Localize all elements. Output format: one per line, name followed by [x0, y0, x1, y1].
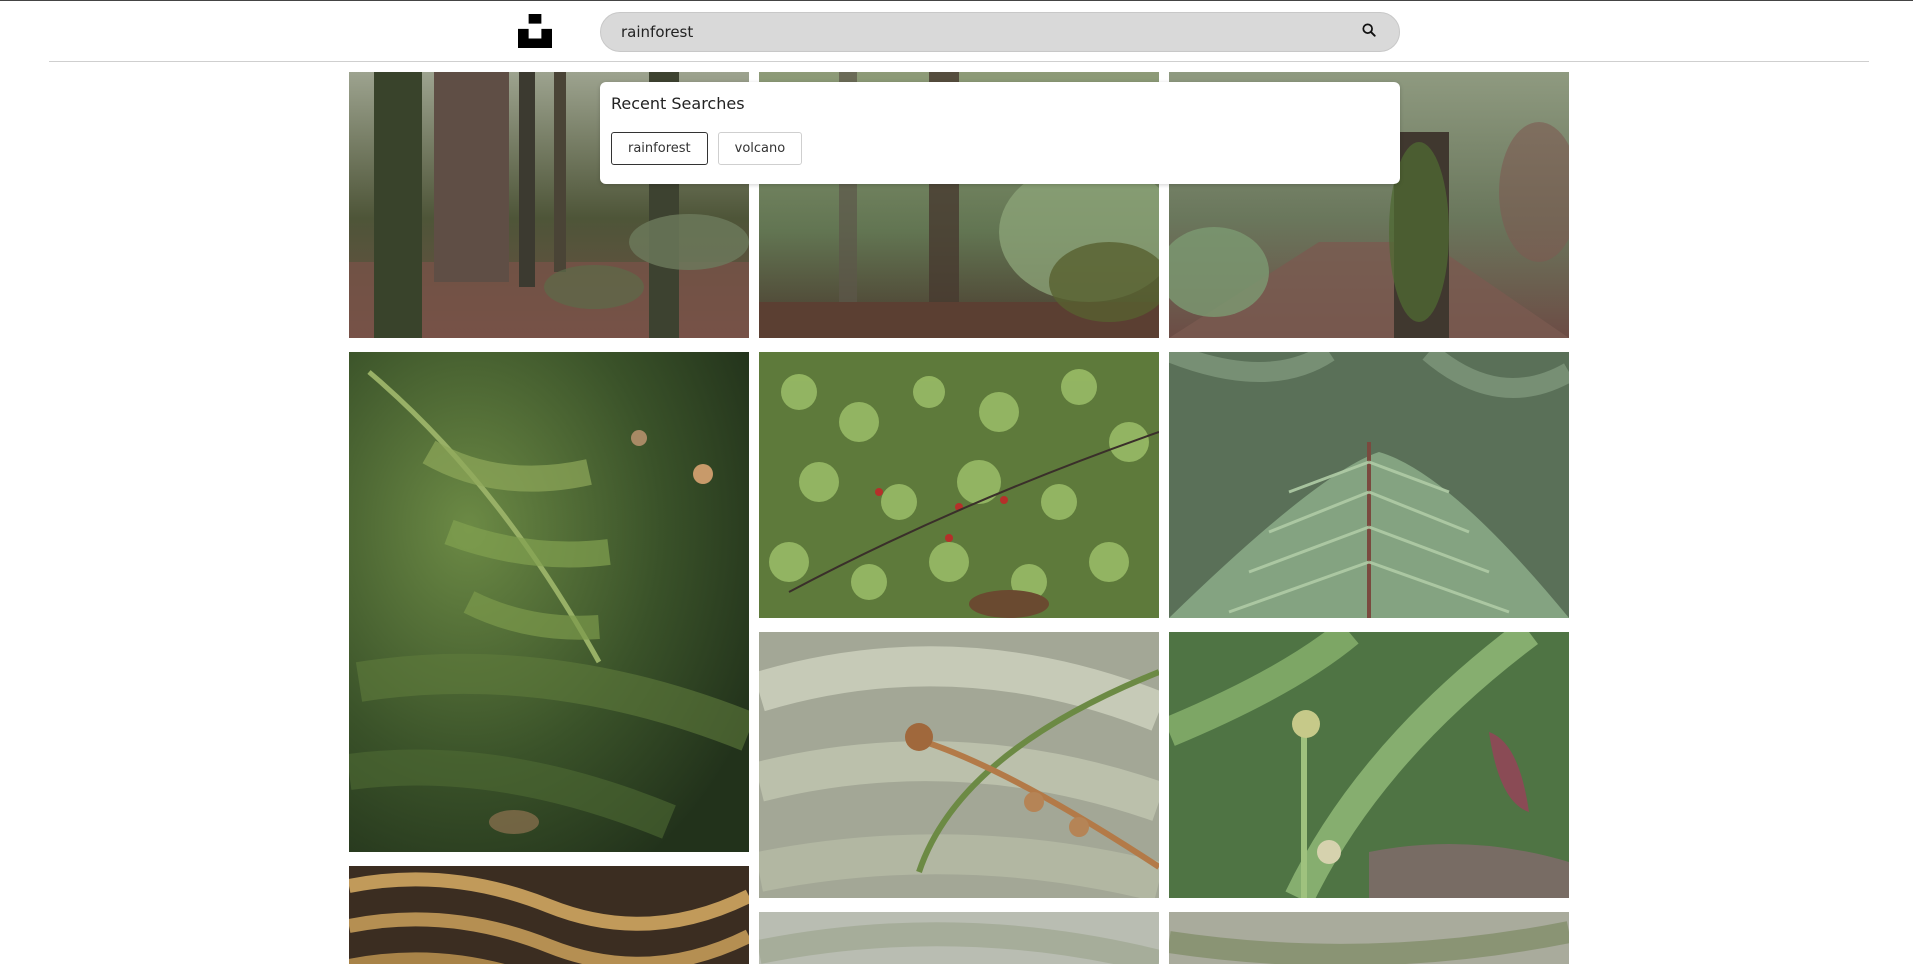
photo-fern-fiddlehead[interactable] — [759, 632, 1159, 898]
header — [0, 1, 1913, 61]
recent-search-chip-rainforest[interactable]: rainforest — [611, 132, 708, 165]
photo-tree-fern-frond[interactable] — [1169, 352, 1569, 618]
recent-search-chip-volcano[interactable]: volcano — [717, 132, 803, 165]
photo-fern-koru[interactable] — [1169, 632, 1569, 898]
photo-pale-fern[interactable] — [759, 912, 1159, 964]
search-bar — [600, 12, 1400, 52]
photo-groundcover-berries[interactable] — [759, 352, 1159, 618]
recent-searches-list: rainforest volcano — [611, 132, 1389, 165]
photo-green-fern-shade[interactable] — [349, 352, 749, 852]
search-icon — [1362, 22, 1376, 42]
search-input[interactable] — [601, 22, 1349, 42]
recent-searches-dropdown: Recent Searches rainforest volcano — [600, 82, 1400, 184]
header-divider — [49, 61, 1869, 62]
recent-searches-title: Recent Searches — [611, 94, 745, 113]
unsplash-logo-icon[interactable] — [518, 14, 552, 48]
search-button[interactable] — [1349, 13, 1389, 51]
photo-fern-closeup[interactable] — [1169, 912, 1569, 964]
photo-grid — [349, 72, 1569, 964]
photo-dried-fern[interactable] — [349, 866, 749, 964]
